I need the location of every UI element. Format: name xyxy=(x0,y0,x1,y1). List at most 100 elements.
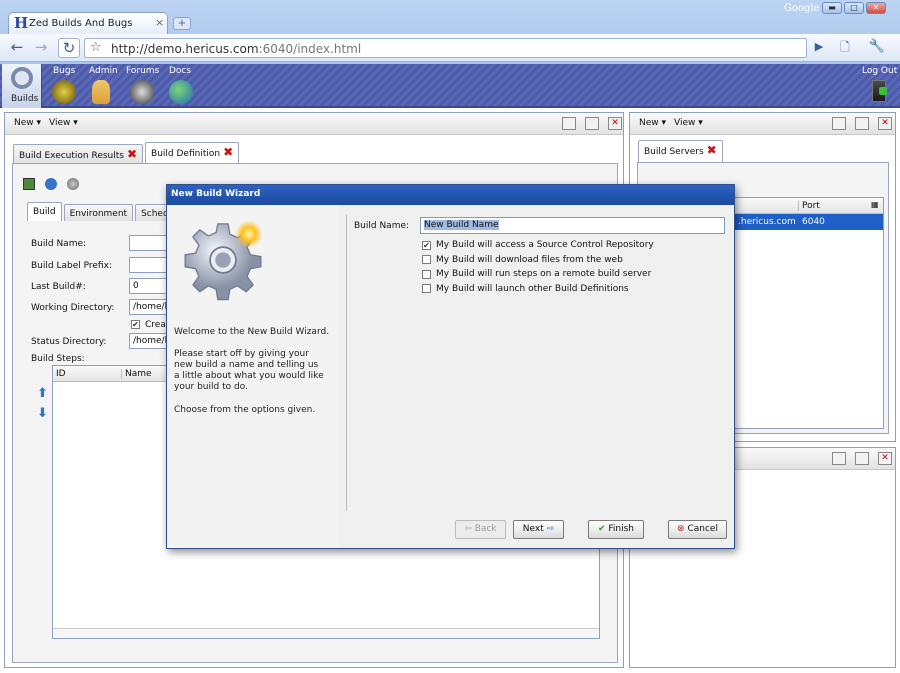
split-vertical-icon[interactable] xyxy=(585,117,599,130)
logout-door-icon[interactable] xyxy=(872,80,887,102)
close-panel-icon[interactable]: ✕ xyxy=(878,452,892,465)
wizard-build-name-input[interactable]: New Build Name xyxy=(420,217,725,234)
close-tab-icon[interactable]: × xyxy=(155,16,164,29)
logout-link[interactable]: Log Out xyxy=(862,66,897,76)
dialog-divider xyxy=(346,215,347,511)
nav-admin[interactable]: Admin xyxy=(88,64,118,108)
right-view-menu[interactable]: View ▾ xyxy=(674,118,703,128)
admin-user-icon xyxy=(92,80,110,104)
address-bar[interactable]: ☆ http://demo.hericus.com:6040/index.htm… xyxy=(84,38,807,58)
close-tab-x-icon[interactable]: ✖ xyxy=(223,145,233,159)
star-icon[interactable]: ☆ xyxy=(90,40,102,55)
option-checkbox[interactable]: ✔ xyxy=(422,240,431,250)
browser-toolbar: ← → ↻ ☆ http://demo.hericus.com:6040/ind… xyxy=(0,34,900,62)
option-download-web[interactable]: My Build will download files from the we… xyxy=(422,253,654,268)
build-label-prefix-label: Build Label Prefix: xyxy=(31,261,112,271)
next-button[interactable]: Next ⇨ xyxy=(513,520,564,539)
left-new-menu[interactable]: New ▾ xyxy=(14,118,41,128)
nav-bugs[interactable]: Bugs xyxy=(50,64,80,108)
wrench-icon[interactable]: 🔧 xyxy=(866,38,888,58)
close-panel-icon[interactable]: ✕ xyxy=(608,117,622,130)
nav-docs-label: Docs xyxy=(169,66,192,76)
new-tab-button[interactable]: + xyxy=(173,17,191,30)
right-tabs: Build Servers ✖ xyxy=(638,140,723,162)
browser-chrome: H Zed Builds And Bugs × + Google ▬ □ ✕ ←… xyxy=(0,0,900,64)
forward-arrow-icon[interactable]: → xyxy=(30,38,52,58)
back-arrow-icon[interactable]: ← xyxy=(6,38,28,58)
settings-gear-icon[interactable] xyxy=(67,178,79,190)
server-host-cell: .hericus.com xyxy=(738,217,796,227)
new-build-wizard-dialog: New Build Wizard Welcome to the New Buil… xyxy=(166,184,735,549)
build-steps-label: Build Steps: xyxy=(31,354,85,364)
working-directory-label: Working Directory: xyxy=(31,303,115,313)
tab-build-definition[interactable]: Build Definition ✖ xyxy=(145,142,240,164)
option-source-control[interactable]: ✔ My Build will access a Source Control R… xyxy=(422,238,654,253)
status-directory-label: Status Directory: xyxy=(31,337,107,347)
column-id[interactable]: ID xyxy=(56,369,66,379)
go-icon[interactable]: ▶ xyxy=(808,38,830,58)
speaker-icon xyxy=(130,80,154,104)
tab-build-execution-results[interactable]: Build Execution Results ✖ xyxy=(13,144,144,164)
column-name[interactable]: Name xyxy=(121,369,152,379)
back-button[interactable]: ⇦ Back xyxy=(455,520,506,539)
move-down-arrow-icon[interactable]: ⬇ xyxy=(37,406,48,421)
close-tab-x-icon[interactable]: ✖ xyxy=(707,143,717,157)
split-vertical-icon[interactable] xyxy=(855,452,869,465)
nav-builds[interactable]: Builds xyxy=(2,64,42,108)
refresh-icon[interactable] xyxy=(45,178,57,190)
browser-tab[interactable]: H Zed Builds And Bugs × xyxy=(8,12,168,34)
right-panel-toolbar: New ▾ View ▾ ✕ xyxy=(630,113,895,135)
option-checkbox[interactable] xyxy=(422,284,431,294)
finish-button[interactable]: ✔ Finish xyxy=(588,520,644,539)
close-tab-x-icon[interactable]: ✖ xyxy=(127,147,137,161)
tab-build-servers[interactable]: Build Servers ✖ xyxy=(638,140,723,162)
nav-bugs-label: Bugs xyxy=(53,66,76,76)
welcome-text: Welcome to the New Build Wizard. xyxy=(174,327,330,337)
create-checkbox[interactable]: ✔ xyxy=(131,320,140,329)
dialog-sidebar: Welcome to the New Build Wizard. Please … xyxy=(167,205,339,548)
left-tabs: Build Execution Results ✖ Build Definitio… xyxy=(13,142,240,164)
nav-admin-label: Admin xyxy=(89,66,118,76)
left-panel-toolbar: New ▾ View ▾ ✕ xyxy=(5,113,623,135)
option-launch-builds[interactable]: My Build will launch other Build Definit… xyxy=(422,282,654,297)
maximize-button[interactable]: □ xyxy=(844,2,864,14)
cancel-x-icon: ⊗ xyxy=(677,524,685,534)
build-name-label: Build Name: xyxy=(31,239,87,249)
close-panel-icon[interactable]: ✕ xyxy=(878,117,892,130)
google-brand: Google xyxy=(784,3,820,14)
split-horizontal-icon[interactable] xyxy=(832,452,846,465)
nav-forums[interactable]: Forums xyxy=(124,64,160,108)
subtab-build[interactable]: Build xyxy=(27,202,62,221)
left-view-menu[interactable]: View ▾ xyxy=(49,118,78,128)
column-port[interactable]: Port xyxy=(798,201,820,211)
browser-tab-title: Zed Builds And Bugs xyxy=(29,18,133,29)
nav-builds-label: Builds xyxy=(11,94,39,104)
app-header: Builds Bugs Admin Forums Docs Log Out xyxy=(0,64,900,108)
nav-docs[interactable]: Docs xyxy=(167,64,197,108)
choose-options-text: Choose from the options given. xyxy=(174,405,316,415)
split-horizontal-icon[interactable] xyxy=(832,117,846,130)
grid-footer xyxy=(53,628,599,638)
save-icon[interactable] xyxy=(23,178,35,190)
split-vertical-icon[interactable] xyxy=(855,117,869,130)
close-window-button[interactable]: ✕ xyxy=(866,2,886,14)
gear-icon xyxy=(184,220,263,301)
dialog-title: New Build Wizard xyxy=(167,185,734,205)
globe-icon xyxy=(169,80,193,104)
option-remote-server[interactable]: My Build will run steps on a remote buil… xyxy=(422,267,654,282)
cancel-button[interactable]: ⊗ Cancel xyxy=(668,520,727,539)
intro-paragraph: Please start off by giving your new buil… xyxy=(174,349,324,392)
right-new-menu[interactable]: New ▾ xyxy=(639,118,666,128)
column-chooser-icon[interactable]: ▦ xyxy=(871,200,879,209)
option-checkbox[interactable] xyxy=(422,255,431,265)
move-up-arrow-icon[interactable]: ⬆ xyxy=(37,386,48,401)
page-menu-icon[interactable]: 🗋 xyxy=(834,38,856,58)
reload-icon[interactable]: ↻ xyxy=(58,38,80,58)
minimize-button[interactable]: ▬ xyxy=(822,2,842,14)
selected-build-name-text: New Build Name xyxy=(424,220,499,230)
build-subtabs: Build Environment Schedule xyxy=(27,202,189,221)
subtab-environment[interactable]: Environment xyxy=(63,204,134,221)
split-horizontal-icon[interactable] xyxy=(562,117,576,130)
option-checkbox[interactable] xyxy=(422,269,431,279)
next-arrow-icon: ⇨ xyxy=(546,524,555,534)
